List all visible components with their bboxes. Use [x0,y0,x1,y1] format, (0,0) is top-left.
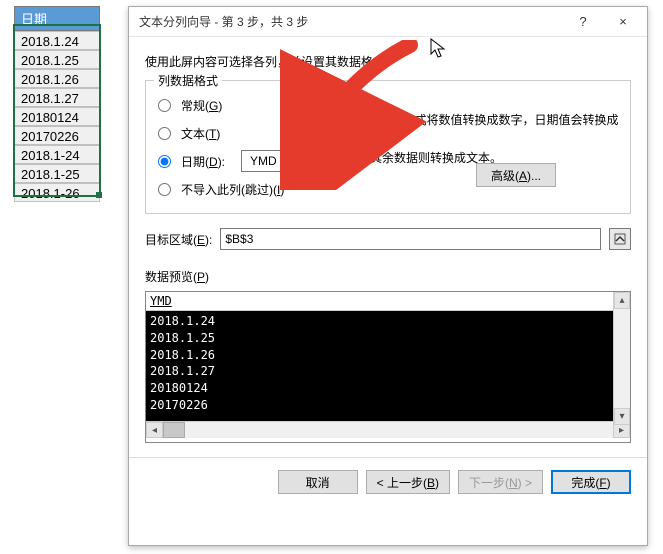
destination-input[interactable] [220,228,601,250]
radio-text-label[interactable]: 文本(T) [181,125,220,142]
data-cell[interactable]: 20170226 [14,126,100,145]
date-format-select[interactable]: YMD [241,150,311,172]
dialog-button-row: 取消 < 上一步(B) 下一步(N) > 完成(F) [129,457,647,506]
radio-text[interactable] [158,127,171,140]
data-cell[interactable]: 2018.1-25 [14,164,100,183]
radio-date-label[interactable]: 日期(D): [181,153,225,170]
column-format-group: 列数据格式 常规(G) 文本(T) 日期(D): YMD 不导入此列(跳过)(I… [145,80,631,214]
format-help-text: "常规"数据格式将数值转换成数字，日期值会转换成日 期，其余数据则转换成文本。 [346,111,626,169]
data-cell[interactable]: 2018.1.25 [14,50,100,69]
next-button: 下一步(N) > [458,470,543,494]
finish-button[interactable]: 完成(F) [551,470,631,494]
advanced-button[interactable]: 高级(A)... [476,163,556,187]
titlebar[interactable]: 文本分列向导 - 第 3 步，共 3 步 ? × [129,7,647,37]
close-button[interactable]: × [603,8,643,36]
preview-column-header[interactable]: YMD [146,292,630,311]
column-header[interactable]: 日期 [14,6,100,31]
wizard-dialog: 文本分列向导 - 第 3 步，共 3 步 ? × 使用此屏内容可选择各列，并设置… [128,6,648,546]
scroll-left-icon[interactable]: ◂ [146,422,163,438]
scroll-down-icon[interactable]: ▾ [614,408,630,425]
back-button[interactable]: < 上一步(B) [366,470,450,494]
data-cell[interactable]: 20180124 [14,107,100,126]
radio-general-label[interactable]: 常规(G) [181,97,222,114]
preview-vscrollbar[interactable]: ▴ ▾ [613,292,630,425]
data-cell[interactable]: 2018.1.27 [14,88,100,107]
scroll-thumb[interactable] [163,422,185,438]
preview-hscrollbar[interactable]: ◂ ▸ [146,421,630,438]
collapse-icon [614,233,626,245]
preview-label: 数据预览(P) [145,268,631,285]
radio-general[interactable] [158,99,171,112]
dialog-title: 文本分列向导 - 第 3 步，共 3 步 [139,13,563,30]
destination-label: 目标区域(E): [145,231,212,248]
radio-date[interactable] [158,155,171,168]
group-legend: 列数据格式 [154,72,222,89]
radio-skip-label[interactable]: 不导入此列(跳过)(I) [181,181,284,198]
help-button[interactable]: ? [563,8,603,36]
data-cell[interactable]: 2018.1.26 [14,69,100,88]
scroll-up-icon[interactable]: ▴ [614,292,630,309]
data-cell[interactable]: 2018.1-26 [14,183,100,202]
preview-pane: YMD 2018.1.24 2018.1.25 2018.1.26 2018.1… [145,291,631,443]
data-cell[interactable]: 2018.1-24 [14,145,100,164]
preview-data[interactable]: 2018.1.24 2018.1.25 2018.1.26 2018.1.27 … [146,311,630,421]
dialog-description: 使用此屏内容可选择各列，并设置其数据格式。 [145,53,631,70]
spreadsheet-column: 日期 2018.1.24 2018.1.25 2018.1.26 2018.1.… [14,6,100,202]
cancel-button[interactable]: 取消 [278,470,358,494]
collapse-dialog-button[interactable] [609,228,631,250]
radio-skip[interactable] [158,183,171,196]
data-cell[interactable]: 2018.1.24 [14,31,100,50]
